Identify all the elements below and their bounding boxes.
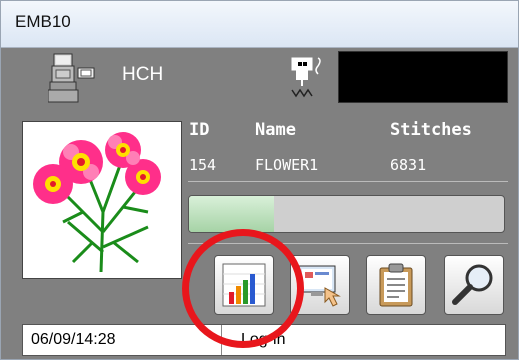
clipboard-icon [379,263,413,307]
flower-embroidery-thumbnail [33,132,161,273]
message-display [338,51,508,103]
design-name: FLOWER1 [255,156,319,174]
highlight-circle [182,229,304,348]
header-name: Name [255,120,296,140]
embroidery-machine-icon [48,53,95,103]
clipboard-button[interactable] [366,255,426,315]
design-id: 154 [189,156,217,174]
header-stitches: Stitches [390,120,472,140]
header-id: ID [189,120,210,140]
head-label: HCH [122,64,164,85]
magnifier-icon [452,264,493,305]
window-title: EMB10 [15,12,71,31]
design-stitches: 6831 [390,156,427,174]
search-button[interactable] [444,255,504,315]
status-time: 06/09/14:28 [31,331,116,348]
progress-bar [188,195,505,233]
progress-fill [189,196,275,232]
design-thumbnail[interactable] [22,121,182,279]
title-bar: EMB10 [1,1,518,48]
needle-thread-icon [291,57,321,98]
divider [188,181,508,182]
